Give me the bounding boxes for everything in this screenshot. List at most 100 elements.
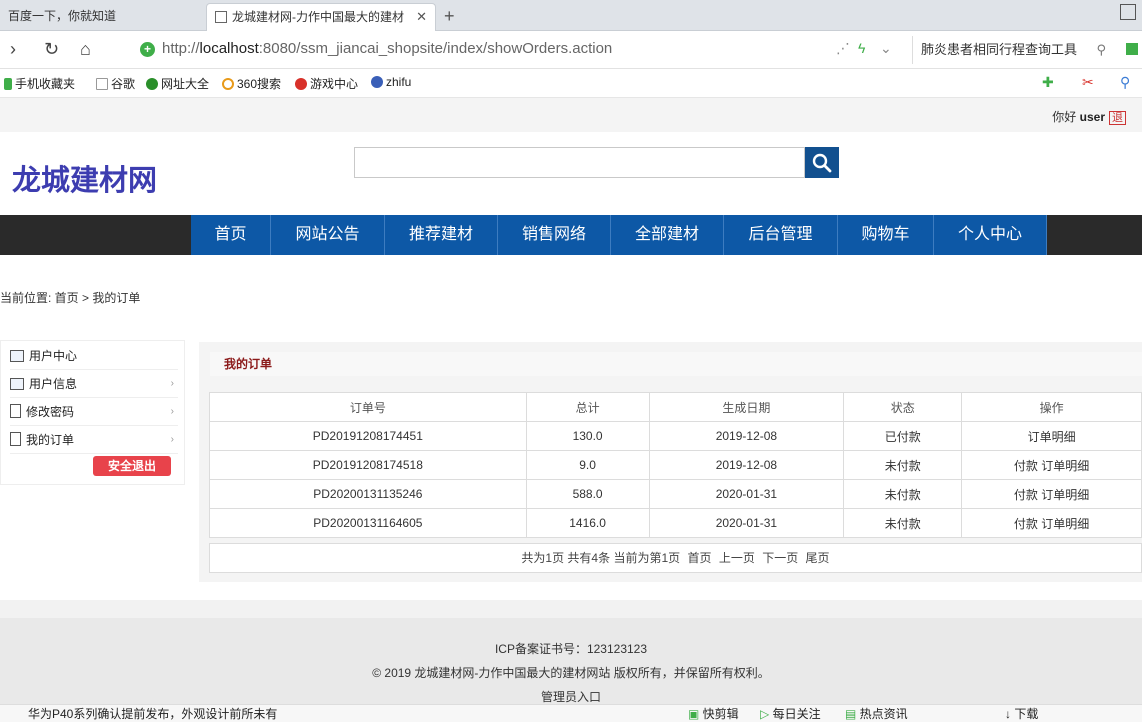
sidebar-item-user-center[interactable]: 用户中心	[10, 342, 178, 370]
tab-title: 龙城建材网-力作中国最大的建材	[232, 10, 404, 24]
nav-sales-network[interactable]: 销售网络	[498, 215, 611, 255]
search-360-icon	[222, 78, 234, 90]
status-news[interactable]: 华为P40系列确认提前发布，外观设计前所未有	[28, 705, 277, 723]
document-icon	[10, 404, 21, 418]
sidebar-item-change-password[interactable]: 修改密码 ›	[10, 398, 178, 426]
table-header-row: 订单号 总计 生成日期 状态 操作	[209, 392, 1142, 422]
main-navigation: 首页 网站公告 推荐建材 销售网络 全部建材 后台管理 购物车 个人中心	[0, 215, 1142, 255]
nav-cart[interactable]: 购物车	[838, 215, 934, 255]
order-date: 2019-12-08	[648, 421, 845, 451]
order-date: 2019-12-08	[648, 450, 845, 480]
chevron-right-icon: ›	[170, 406, 174, 417]
chevron-right-icon: ›	[170, 434, 174, 445]
forward-icon[interactable]: ›	[10, 38, 16, 60]
status-daily-focus[interactable]: ▷ 每日关注	[760, 705, 821, 723]
bookmark-zhifu[interactable]: zhifu	[371, 75, 411, 89]
share-icon[interactable]: ⋰	[836, 40, 850, 57]
search-icon[interactable]: ⚲	[1096, 36, 1106, 64]
user-top-bar: 你好 user 退	[0, 98, 1142, 132]
table-row: PD20200131164605 1416.0 2020-01-31 未付款 付…	[209, 508, 1142, 538]
nav-admin[interactable]: 后台管理	[724, 215, 838, 255]
secure-icon: +	[140, 42, 155, 57]
pagination-prev[interactable]: 上一页	[719, 551, 755, 565]
order-total: 130.0	[525, 421, 650, 451]
table-row: PD20191208174451 130.0 2019-12-08 已付款 订单…	[209, 421, 1142, 451]
order-actions[interactable]: 付款 订单明细	[961, 479, 1142, 509]
close-icon[interactable]: ✕	[416, 4, 427, 30]
site-search-input[interactable]	[354, 147, 805, 178]
order-id: PD20200131164605	[209, 508, 527, 538]
phone-icon	[4, 78, 12, 90]
bookmark-mobile[interactable]: 手机收藏夹	[4, 75, 75, 92]
game-icon	[295, 78, 307, 90]
orders-title: 我的订单	[210, 352, 1142, 376]
chevron-right-icon: ›	[170, 378, 174, 389]
pagination-next[interactable]: 下一页	[762, 551, 798, 565]
video-icon: ▣	[688, 707, 703, 721]
order-actions[interactable]: 付款 订单明细	[961, 450, 1142, 480]
chevron-down-icon[interactable]: ⌄	[880, 40, 892, 57]
bookmark-360[interactable]: 360搜索	[222, 75, 281, 92]
nav-profile[interactable]: 个人中心	[934, 215, 1047, 255]
browser-status-bar: 华为P40系列确认提前发布，外观设计前所未有 ▣ 快剪辑 ▷ 每日关注 ▤ 热点…	[0, 704, 1142, 722]
col-header-order-id: 订单号	[209, 392, 527, 422]
site-logo[interactable]: 龙城建材网	[12, 157, 157, 199]
sidebar-item-my-orders[interactable]: 我的订单 ›	[10, 426, 178, 454]
pagination-last[interactable]: 尾页	[806, 551, 830, 565]
address-bar[interactable]: + http://localhost:8080/ssm_jiancai_shop…	[130, 36, 905, 64]
logout-link[interactable]: 退	[1109, 111, 1126, 125]
breadcrumb: 当前位置: 首页 > 我的订单	[0, 291, 141, 305]
order-total: 9.0	[525, 450, 650, 480]
download-icon: ↓	[1005, 707, 1015, 721]
bookmark-google[interactable]: 谷歌	[96, 75, 135, 92]
document-icon	[10, 432, 21, 446]
nav-home[interactable]: 首页	[191, 215, 271, 255]
status-hot-news[interactable]: ▤ 热点资讯	[845, 705, 908, 723]
scissors-icon[interactable]: ✂	[1082, 74, 1094, 91]
bookmark-games[interactable]: 游戏中心	[295, 75, 358, 92]
extension-icon[interactable]	[1126, 43, 1138, 55]
pagination-summary: 共为1页 共有4条 当前为第1页	[521, 551, 681, 565]
col-header-total: 总计	[525, 392, 650, 422]
browser-tab-active[interactable]: 龙城建材网-力作中国最大的建材 ✕	[206, 3, 436, 31]
order-id: PD20191208174451	[209, 421, 527, 451]
footer-copyright: © 2019 龙城建材网-力作中国最大的建材网站 版权所有，并保留所有权利。	[372, 666, 770, 680]
search-icon[interactable]: ⚲	[1120, 74, 1130, 91]
order-actions[interactable]: 付款 订单明细	[961, 508, 1142, 538]
sidebar-item-user-info[interactable]: 用户信息 ›	[10, 370, 178, 398]
orders-table: 订单号 总计 生成日期 状态 操作 PD20191208174451 130.0…	[209, 392, 1142, 538]
status-quick-edit[interactable]: ▣ 快剪辑	[688, 705, 739, 723]
home-icon[interactable]: ⌂	[80, 38, 91, 60]
play-icon: ▷	[760, 707, 773, 721]
nav-all-materials[interactable]: 全部建材	[611, 215, 724, 255]
status-download[interactable]: ↓ 下载	[1005, 705, 1038, 723]
footer-admin-link[interactable]: 管理员入口	[0, 688, 1142, 705]
browser-search-box[interactable]: 肺炎患者相同行程查询工具 ⚲	[912, 36, 1112, 64]
pagination-first[interactable]: 首页	[687, 551, 711, 565]
bookmark-hao123[interactable]: 网址大全	[146, 75, 209, 92]
nav-recommended[interactable]: 推荐建材	[385, 215, 498, 255]
bookmarks-bar: 手机收藏夹 谷歌 网址大全 360搜索 游戏中心 zhifu ✚ ✂ ⚲	[0, 69, 1142, 98]
id-card-icon	[10, 378, 24, 390]
table-row: PD20191208174518 9.0 2019-12-08 未付款 付款 订…	[209, 450, 1142, 480]
search-icon	[812, 153, 832, 173]
col-header-status: 状态	[843, 392, 963, 422]
col-header-action: 操作	[961, 392, 1142, 422]
table-row: PD20200131135246 588.0 2020-01-31 未付款 付款…	[209, 479, 1142, 509]
plugin-icon[interactable]: ✚	[1042, 74, 1054, 91]
search-suggestion: 肺炎患者相同行程查询工具	[921, 42, 1078, 57]
url-text[interactable]: http://localhost:8080/ssm_jiancai_shopsi…	[162, 40, 612, 57]
order-status: 已付款	[843, 421, 963, 451]
nav-notices[interactable]: 网站公告	[271, 215, 385, 255]
window-maximize-icon[interactable]	[1120, 4, 1136, 20]
browser-tab-baidu[interactable]: 百度一下，你就知道	[0, 3, 205, 31]
site-search-button[interactable]	[805, 147, 839, 178]
new-tab-icon[interactable]: +	[444, 3, 455, 29]
order-status: 未付款	[843, 479, 963, 509]
tab-title: 百度一下，你就知道	[8, 9, 117, 23]
lightning-icon[interactable]: ϟ	[858, 40, 865, 56]
order-total: 588.0	[525, 479, 650, 509]
logout-button[interactable]: 安全退出	[93, 456, 171, 476]
reload-icon[interactable]: ↻	[44, 38, 59, 60]
order-actions[interactable]: 订单明细	[961, 421, 1142, 451]
